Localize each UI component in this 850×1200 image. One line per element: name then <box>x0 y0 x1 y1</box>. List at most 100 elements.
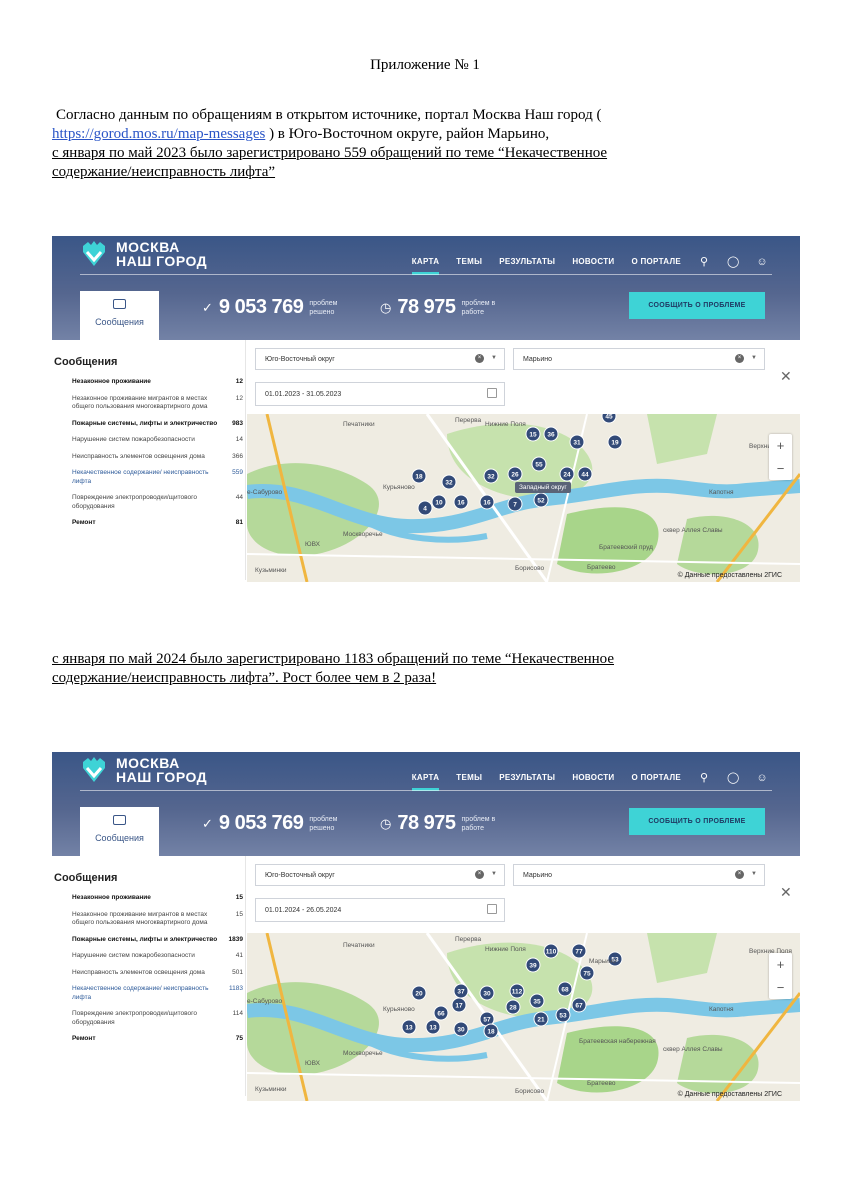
calendar-icon[interactable] <box>487 904 497 914</box>
issue-cluster-marker[interactable]: 31 <box>569 434 585 450</box>
clear-icon[interactable]: × <box>735 870 744 879</box>
zoom-out-button[interactable]: − <box>769 457 792 480</box>
portal-logo[interactable]: МОСКВА НАШ ГОРОД <box>80 756 207 784</box>
issue-cluster-marker[interactable]: 32 <box>441 474 457 490</box>
user-icon[interactable]: ☺ <box>756 256 768 268</box>
portal-logo[interactable]: МОСКВА НАШ ГОРОД <box>80 240 207 268</box>
issue-cluster-marker[interactable]: 15 <box>525 426 541 442</box>
close-icon[interactable]: ✕ <box>780 884 792 901</box>
issue-cluster-marker[interactable]: 13 <box>401 1019 417 1035</box>
category-item[interactable]: Ремонт 75 <box>54 1035 245 1044</box>
category-item[interactable]: Незаконное проживание мигрантов в местах… <box>54 911 245 928</box>
area-select[interactable]: Марьино × ▼ <box>513 864 765 886</box>
chevron-down-icon[interactable]: ▼ <box>491 355 497 361</box>
issue-cluster-marker[interactable]: 30 <box>479 985 495 1001</box>
shield-icon[interactable]: ◯ <box>727 771 739 784</box>
issue-cluster-marker[interactable]: 21 <box>533 1011 549 1027</box>
category-item[interactable]: Пожарные системы, лифты и электричество 1… <box>54 936 245 945</box>
district-select[interactable]: Юго-Восточный округ × ▼ <box>255 348 505 370</box>
issue-cluster-marker[interactable]: 7 <box>507 496 523 512</box>
area-select[interactable]: Марьино × ▼ <box>513 348 765 370</box>
chevron-down-icon[interactable]: ▼ <box>751 871 757 877</box>
issue-cluster-marker[interactable]: 52 <box>533 492 549 508</box>
category-item[interactable]: Незаконное проживание мигрантов в местах… <box>54 395 245 412</box>
chevron-down-icon[interactable]: ▼ <box>751 355 757 361</box>
category-item[interactable]: Повреждение электропроводки/щитового обо… <box>54 1010 245 1027</box>
date-range-field[interactable]: 01.01.2023 - 31.05.2023 <box>255 382 505 406</box>
search-icon[interactable]: ⚲ <box>698 255 710 268</box>
issue-cluster-marker[interactable]: 35 <box>529 993 545 1009</box>
issue-cluster-marker[interactable]: 30 <box>453 1021 469 1037</box>
nav-topics[interactable]: ТЕМЫ <box>456 257 482 266</box>
issue-cluster-marker[interactable]: 18 <box>483 1023 499 1039</box>
messages-tab[interactable]: Сообщения <box>80 291 159 340</box>
issue-cluster-marker[interactable]: 20 <box>411 985 427 1001</box>
report-problem-button[interactable]: СООБЩИТЬ О ПРОБЛЕМЕ <box>629 808 765 835</box>
issue-cluster-marker[interactable]: 75 <box>579 965 595 981</box>
category-item[interactable]: Нарушение систем пожаробезопасности 14 <box>54 436 245 445</box>
source-link[interactable]: https://gorod.mos.ru/map-messages <box>52 126 265 142</box>
nav-map[interactable]: КАРТА <box>411 773 440 791</box>
category-item[interactable]: Повреждение электропроводки/щитового обо… <box>54 494 245 511</box>
issue-cluster-marker[interactable]: 67 <box>571 997 587 1013</box>
issue-cluster-marker[interactable]: 39 <box>525 957 541 973</box>
report-problem-button[interactable]: СООБЩИТЬ О ПРОБЛЕМЕ <box>629 292 765 319</box>
nav-news[interactable]: НОВОСТИ <box>572 257 614 266</box>
category-item[interactable]: Незаконное проживание 15 <box>54 894 245 903</box>
zoom-in-button[interactable]: + <box>769 434 792 457</box>
close-icon[interactable]: ✕ <box>780 368 792 385</box>
chevron-down-icon[interactable]: ▼ <box>491 871 497 877</box>
date-range-field[interactable]: 01.01.2024 - 26.05.2024 <box>255 898 505 922</box>
issue-cluster-marker[interactable]: 16 <box>453 494 469 510</box>
category-item[interactable]: Некачественное содержание/ неисправность… <box>54 985 245 1002</box>
issue-cluster-marker[interactable]: 28 <box>505 999 521 1015</box>
category-item[interactable]: Неисправность элементов освещения дома 36… <box>54 453 245 462</box>
issue-cluster-marker[interactable]: 45 <box>601 414 617 424</box>
category-item[interactable]: Нарушение систем пожаробезопасности 41 <box>54 952 245 961</box>
issue-cluster-marker[interactable]: 26 <box>507 466 523 482</box>
user-icon[interactable]: ☺ <box>756 772 768 784</box>
category-item[interactable]: Незаконное проживание 12 <box>54 378 245 387</box>
nav-results[interactable]: РЕЗУЛЬТАТЫ <box>499 773 555 782</box>
clear-icon[interactable]: × <box>475 870 484 879</box>
district-select[interactable]: Юго-Восточный округ × ▼ <box>255 864 505 886</box>
issues-map[interactable]: 45 15 36 31 19 18 32 32 26 55 24 44 4 10 16 16 7 52 Печат… <box>247 414 800 582</box>
nav-topics[interactable]: ТЕМЫ <box>456 773 482 782</box>
nav-about[interactable]: О ПОРТАЛЕ <box>631 773 681 782</box>
zoom-in-button[interactable]: + <box>769 953 792 976</box>
issue-cluster-marker[interactable]: 44 <box>577 466 593 482</box>
clear-icon[interactable]: × <box>735 354 744 363</box>
nav-map[interactable]: КАРТА <box>411 257 440 275</box>
issue-cluster-marker[interactable]: 16 <box>479 494 495 510</box>
zoom-out-button[interactable]: − <box>769 976 792 999</box>
calendar-icon[interactable] <box>487 388 497 398</box>
issue-cluster-marker[interactable]: 17 <box>451 997 467 1013</box>
issue-cluster-marker[interactable]: 10 <box>431 494 447 510</box>
category-item[interactable]: Неисправность элементов освещения дома 50… <box>54 969 245 978</box>
nav-results[interactable]: РЕЗУЛЬТАТЫ <box>499 257 555 266</box>
issue-cluster-marker[interactable]: 19 <box>607 434 623 450</box>
issue-cluster-marker[interactable]: 66 <box>433 1005 449 1021</box>
search-icon[interactable]: ⚲ <box>698 771 710 784</box>
issue-cluster-marker[interactable]: 53 <box>555 1007 571 1023</box>
issue-cluster-marker[interactable]: 77 <box>571 943 587 959</box>
clear-icon[interactable]: × <box>475 354 484 363</box>
issue-cluster-marker[interactable]: 37 <box>453 983 469 999</box>
issue-cluster-marker[interactable]: 55 <box>531 456 547 472</box>
category-item[interactable]: Ремонт 81 <box>54 519 245 528</box>
category-item[interactable]: Пожарные системы, лифты и электричество 9… <box>54 420 245 429</box>
issue-cluster-marker[interactable]: 24 <box>559 466 575 482</box>
messages-tab[interactable]: Сообщения <box>80 807 159 856</box>
issue-cluster-marker[interactable]: 4 <box>417 500 433 516</box>
issue-cluster-marker[interactable]: 36 <box>543 426 559 442</box>
issue-cluster-marker[interactable]: 32 <box>483 468 499 484</box>
nav-about[interactable]: О ПОРТАЛЕ <box>631 257 681 266</box>
category-item[interactable]: Некачественное содержание/ неисправность… <box>54 469 245 486</box>
issue-cluster-marker[interactable]: 110 <box>543 943 559 959</box>
nav-news[interactable]: НОВОСТИ <box>572 773 614 782</box>
issue-cluster-marker[interactable]: 18 <box>411 468 427 484</box>
issues-map[interactable]: 110 77 39 53 75 20 37 17 30 112 35 68 67 66 28 21 53 13 13… <box>247 933 800 1101</box>
issue-cluster-marker[interactable]: 68 <box>557 981 573 997</box>
issue-cluster-marker[interactable]: 13 <box>425 1019 441 1035</box>
shield-icon[interactable]: ◯ <box>727 255 739 268</box>
